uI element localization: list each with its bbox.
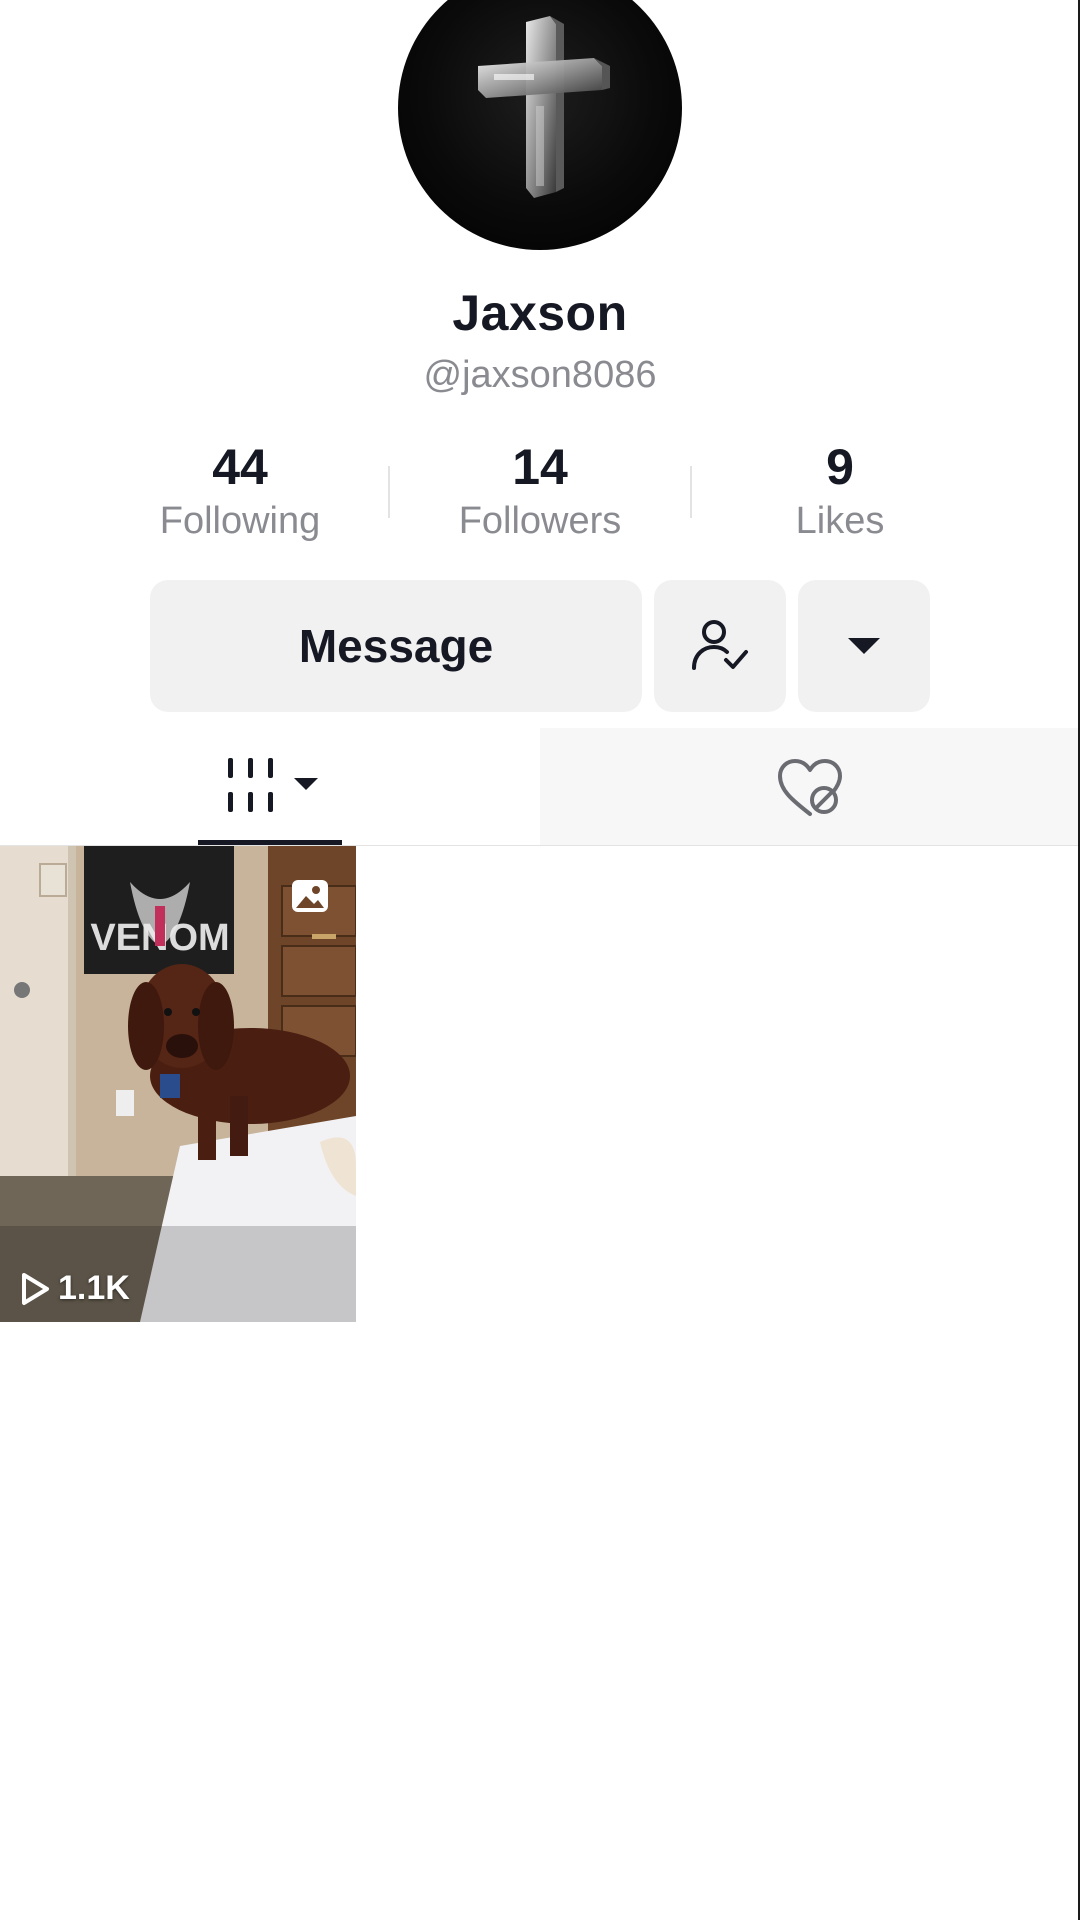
- message-button[interactable]: Message: [150, 580, 642, 712]
- profile-page: Jaxson @jaxson8086 44 Following 14 Follo…: [0, 0, 1080, 1920]
- tab-videos[interactable]: [0, 728, 540, 846]
- user-check-icon: [692, 620, 748, 670]
- photo-icon: [292, 880, 328, 912]
- grid-icon: [228, 758, 318, 812]
- username: @jaxson8086: [423, 354, 657, 396]
- more-options-button[interactable]: [798, 580, 930, 712]
- following-status-button[interactable]: [654, 580, 786, 712]
- video-thumbnail[interactable]: VENOM: [0, 846, 356, 1322]
- caret-down-icon: [848, 638, 880, 654]
- view-count-label: 1.1K: [58, 1269, 130, 1307]
- view-count: 1.1K: [20, 1269, 130, 1308]
- stat-likes[interactable]: 9 Likes: [690, 438, 990, 546]
- following-count: 44: [212, 439, 268, 495]
- liked-hidden-icon: [778, 759, 842, 816]
- following-label: Following: [159, 500, 321, 542]
- display-name: Jaxson: [452, 285, 628, 341]
- stat-followers[interactable]: 14 Followers: [390, 438, 690, 546]
- avatar[interactable]: [398, 0, 682, 250]
- followers-count: 14: [512, 439, 568, 495]
- likes-label: Likes: [795, 500, 885, 542]
- followers-label: Followers: [458, 500, 622, 542]
- thumbnail-image: VENOM: [0, 846, 356, 1322]
- tab-liked[interactable]: [540, 728, 1080, 846]
- profile-tabs: [0, 728, 1080, 846]
- play-icon: [22, 1272, 49, 1305]
- cross-icon: [478, 16, 610, 198]
- stat-following[interactable]: 44 Following: [90, 438, 390, 546]
- likes-count: 9: [826, 439, 854, 495]
